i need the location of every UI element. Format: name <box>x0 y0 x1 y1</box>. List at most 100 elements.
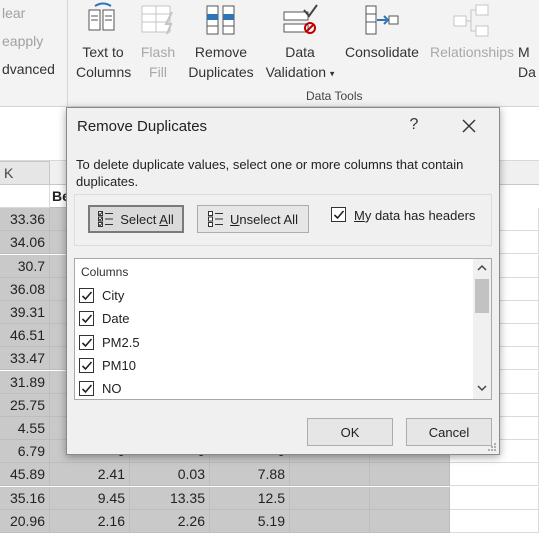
table-cell[interactable]: 25.75 <box>0 393 50 417</box>
checkmark-icon <box>333 210 345 220</box>
remove-duplicates-icon <box>206 5 235 35</box>
table-cell[interactable] <box>370 486 450 510</box>
table-cell[interactable] <box>450 509 539 533</box>
table-cell[interactable]: 0.03 <box>130 463 210 487</box>
ribbon: lear eapply dvanced Text to Columns Flas… <box>0 0 539 107</box>
column-name: City <box>102 288 125 303</box>
columns-list-scrollbar[interactable] <box>473 259 491 399</box>
remove-duplicates-label-1: Remove <box>194 44 248 60</box>
column-list-item[interactable]: Date <box>79 308 469 330</box>
dialog-instructions: To delete duplicate values, select one o… <box>76 157 464 189</box>
column-checkbox[interactable] <box>79 357 94 373</box>
cancel-label: Cancel <box>428 424 470 440</box>
text-to-columns-button[interactable]: Text to Columns <box>76 2 132 82</box>
table-cell[interactable]: 2.16 <box>50 509 130 533</box>
headers-checkbox[interactable] <box>331 207 346 222</box>
text-to-columns-label-2: Columns <box>76 64 132 80</box>
table-cell[interactable]: 35.16 <box>0 486 50 510</box>
data-validation-label-2: Validation ▾ <box>265 64 335 80</box>
table-cell[interactable]: 4.55 <box>0 417 50 440</box>
table-row: 45.89 2.41 0.03 7.88 <box>0 463 539 487</box>
advanced-button[interactable]: dvanced <box>2 61 55 77</box>
table-cell[interactable]: 31.89 <box>0 370 50 394</box>
ok-label: OK <box>340 424 360 440</box>
text-to-columns-icon <box>88 2 115 31</box>
remove-duplicates-label-2: Duplicates <box>188 64 254 80</box>
clear-button[interactable]: lear <box>2 5 25 21</box>
checkmark-icon <box>81 338 93 347</box>
checkmark-icon <box>81 384 93 394</box>
table-cell[interactable] <box>450 463 539 487</box>
table-cell[interactable]: 7.88 <box>210 463 290 487</box>
relationships-label: Relationships <box>429 44 515 60</box>
close-button[interactable] <box>459 116 479 136</box>
help-button[interactable]: ? <box>404 116 424 134</box>
reapply-button[interactable]: eapply <box>2 33 43 49</box>
relationships-button[interactable]: Relationships <box>426 2 518 62</box>
column-list-item[interactable]: NO <box>79 378 469 399</box>
consolidate-icon <box>365 5 399 35</box>
table-cell[interactable] <box>370 509 450 533</box>
table-cell[interactable]: 2.41 <box>50 463 130 487</box>
column-checkbox[interactable] <box>79 334 94 350</box>
table-cell[interactable] <box>290 486 370 510</box>
select-all-button[interactable]: Select All <box>88 205 184 233</box>
table-cell[interactable]: 5.19 <box>210 509 290 533</box>
scrollbar-thumb[interactable] <box>475 279 489 313</box>
column-checkbox[interactable] <box>79 311 94 327</box>
column-list-item[interactable]: City <box>79 285 469 307</box>
scroll-down-icon[interactable] <box>476 383 488 393</box>
data-validation-button[interactable]: Data Validation ▾ <box>262 2 338 83</box>
dialog-title: Remove Duplicates <box>77 118 208 135</box>
table-cell[interactable] <box>450 486 539 510</box>
table-cell[interactable]: 20.96 <box>0 509 50 533</box>
table-cell[interactable]: 36.08 <box>0 277 50 301</box>
table-row: 35.16 9.45 13.35 12.5 <box>0 486 539 510</box>
remove-duplicates-dialog: Remove Duplicates ? To delete duplicate … <box>66 107 500 455</box>
text-to-columns-label-1: Text to <box>82 44 124 60</box>
manage-data-model-label-1: M <box>518 44 530 60</box>
table-cell[interactable]: 30.7 <box>0 254 50 278</box>
table-cell[interactable]: 2.26 <box>130 509 210 533</box>
cancel-button[interactable]: Cancel <box>406 418 492 446</box>
flash-fill-button[interactable]: Flash Fill <box>138 2 178 82</box>
headers-checkbox-label[interactable]: My data has headers <box>354 208 475 223</box>
checkmark-icon <box>81 314 93 324</box>
data-tools-group-label: Data Tools <box>306 89 363 103</box>
columns-list: Columns City Date PM2.5 PM10 NO <box>74 258 492 400</box>
column-checkbox[interactable] <box>79 288 94 303</box>
table-cell[interactable]: 13.35 <box>130 486 210 510</box>
column-name: Date <box>102 311 130 327</box>
relationships-icon <box>453 4 489 37</box>
ok-button[interactable]: OK <box>307 418 393 446</box>
manage-data-model-button[interactable]: M Da <box>518 2 539 82</box>
table-cell[interactable]: 34.06 <box>0 231 50 255</box>
unselect-all-button[interactable]: Unselect All <box>197 205 309 233</box>
remove-duplicates-button[interactable]: Remove Duplicates <box>186 2 256 82</box>
column-list-item[interactable]: PM2.5 <box>79 332 469 354</box>
resize-grip-icon[interactable] <box>487 442 497 452</box>
column-list-item[interactable]: PM10 <box>79 355 469 377</box>
column-checkbox[interactable] <box>79 381 94 397</box>
table-cell[interactable]: 33.36 <box>0 208 50 232</box>
table-cell[interactable] <box>290 463 370 487</box>
table-cell[interactable]: 39.31 <box>0 301 50 324</box>
table-cell[interactable]: 6.79 <box>0 440 50 464</box>
consolidate-button[interactable]: Consolidate <box>342 2 422 62</box>
table-cell[interactable]: 33.47 <box>0 347 50 371</box>
column-name: PM2.5 <box>102 334 140 350</box>
data-validation-label-1: Data <box>285 44 315 60</box>
table-row: 20.96 2.16 2.26 5.19 <box>0 509 539 533</box>
table-cell[interactable]: 12.5 <box>210 486 290 510</box>
table-cell[interactable] <box>290 509 370 533</box>
table-cell[interactable]: 46.51 <box>0 324 50 348</box>
column-name: PM10 <box>102 357 136 373</box>
table-cell[interactable]: 9.45 <box>50 486 130 510</box>
chevron-down-icon: ▾ <box>329 68 335 79</box>
table-cell[interactable]: 45.89 <box>0 463 50 487</box>
unselect-all-label: Unselect All <box>230 211 298 227</box>
table-cell[interactable] <box>370 463 450 487</box>
table-cell[interactable] <box>0 185 50 208</box>
column-header-k[interactable]: K <box>0 161 50 185</box>
scroll-up-icon[interactable] <box>476 263 488 273</box>
